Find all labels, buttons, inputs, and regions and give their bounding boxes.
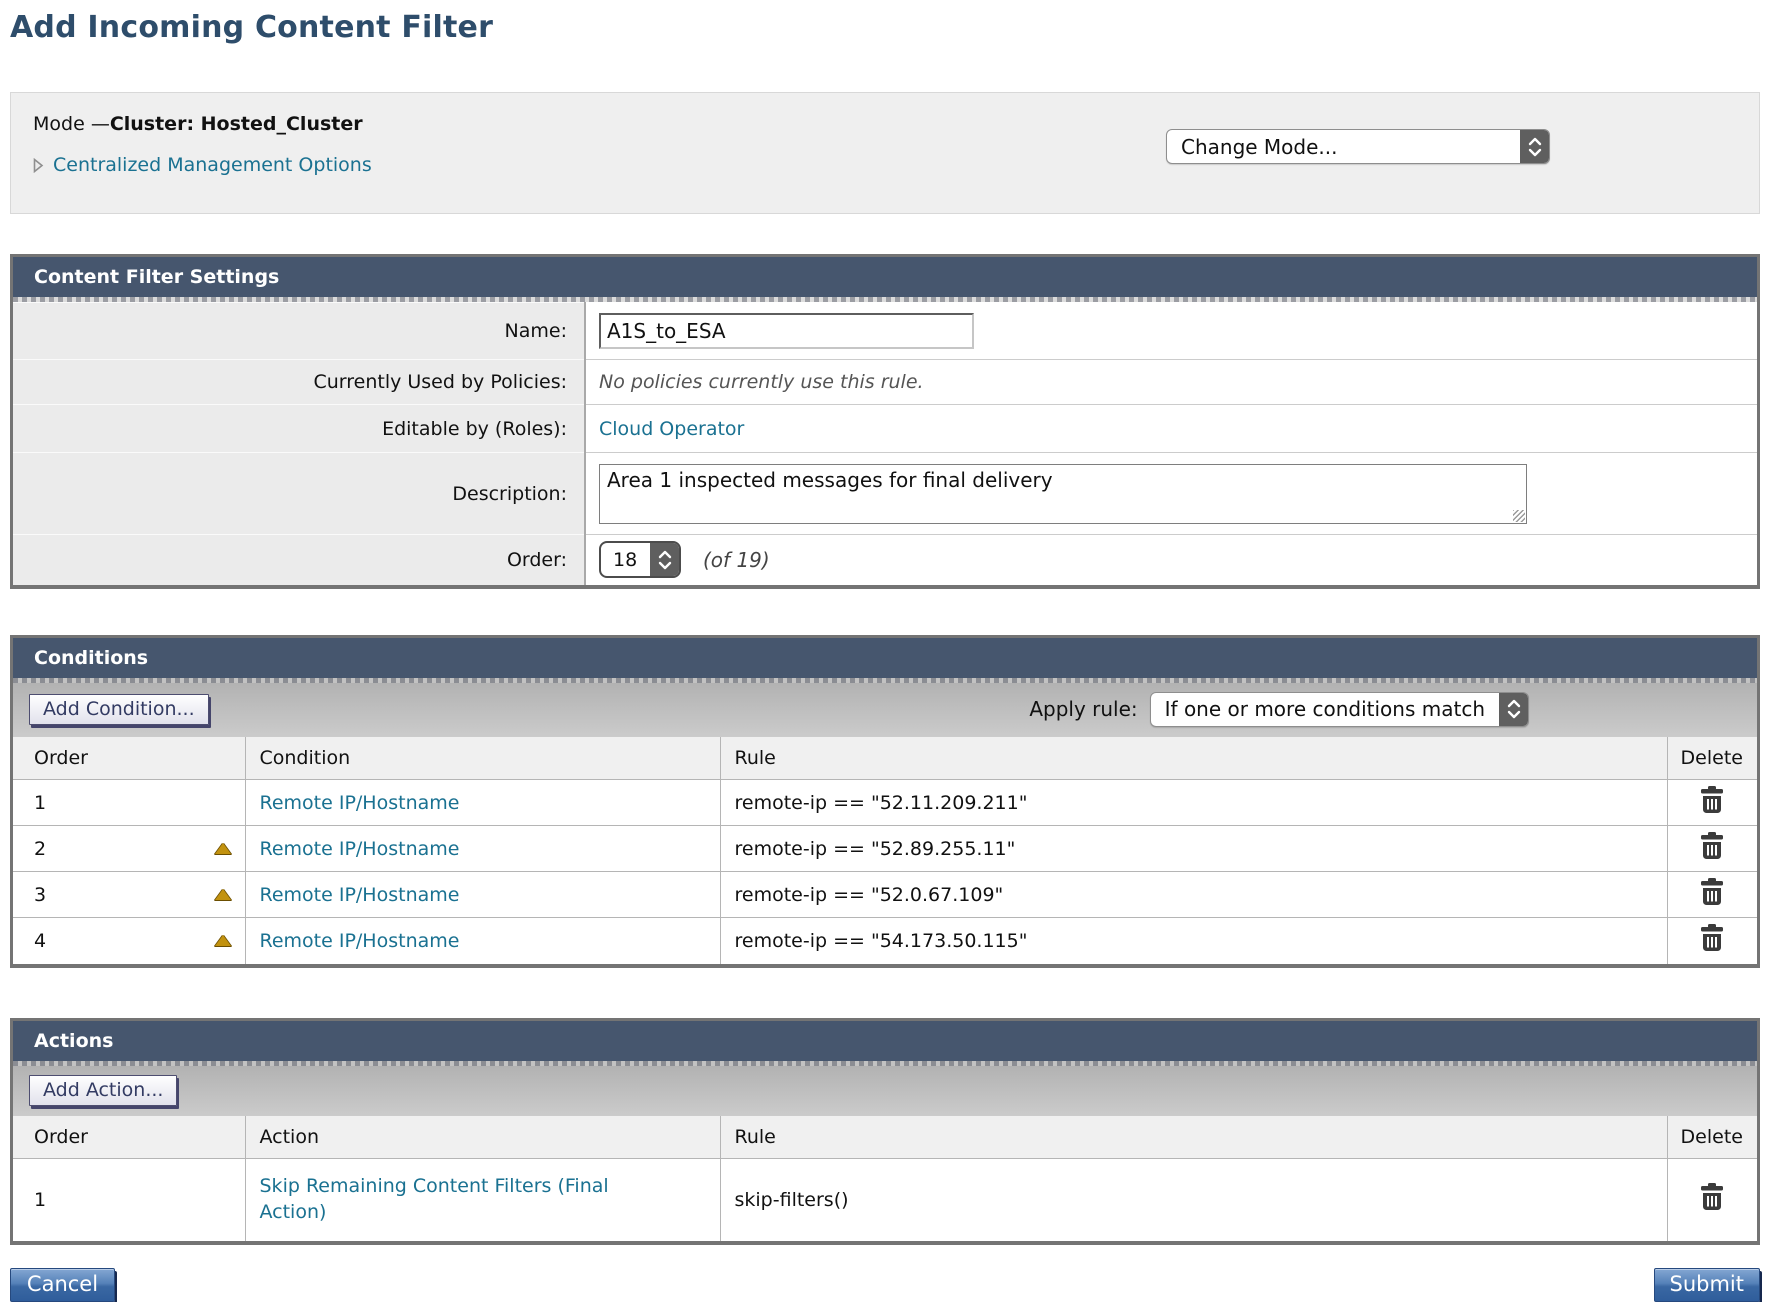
apply-rule-group: Apply rule: If one or more conditions ma… — [1029, 692, 1529, 727]
delete-condition-button[interactable] — [1699, 924, 1725, 952]
column-header-delete: Delete — [1667, 1116, 1757, 1159]
submit-button[interactable]: Submit — [1654, 1268, 1761, 1302]
actions-table: Order Action Rule Delete 1 Skip Remainin… — [13, 1116, 1757, 1241]
trash-icon — [1699, 786, 1725, 814]
policies-label: Currently Used by Policies: — [13, 360, 585, 405]
description-label: Description: — [13, 453, 585, 535]
action-link[interactable]: Skip Remaining Content Filters (Final Ac… — [260, 1174, 645, 1225]
settings-row-policies: Currently Used by Policies: No policies … — [13, 360, 1757, 405]
cloud-operator-link[interactable]: Cloud Operator — [599, 418, 744, 440]
policies-value: No policies currently use this rule. — [599, 371, 924, 393]
settings-table: Name: Currently Used by Policies: No pol… — [13, 302, 1757, 585]
settings-row-order: Order: 18 (of 19) — [13, 535, 1757, 585]
column-header-action: Action — [245, 1116, 720, 1159]
condition-order: 4 — [34, 930, 46, 952]
column-header-order: Order — [13, 1116, 245, 1159]
column-header-rule: Rule — [720, 1116, 1667, 1159]
action-row: 1 Skip Remaining Content Filters (Final … — [13, 1159, 1757, 1241]
apply-rule-select[interactable]: If one or more conditions match — [1150, 692, 1529, 727]
conditions-toolbar: Add Condition... Apply rule: If one or m… — [13, 683, 1757, 737]
condition-link[interactable]: Remote IP/Hostname — [260, 884, 460, 906]
spacer — [10, 968, 1760, 1018]
settings-row-description: Description: Area 1 inspected messages f… — [13, 453, 1757, 535]
condition-rule: remote-ip == "52.0.67.109" — [720, 872, 1667, 918]
order-spinner[interactable]: 18 — [599, 541, 681, 578]
conditions-panel-header: Conditions — [13, 638, 1757, 678]
actions-panel-header: Actions — [13, 1021, 1757, 1061]
expander-triangle-icon[interactable] — [33, 158, 44, 173]
page-title: Add Incoming Content Filter — [10, 10, 1760, 45]
condition-row: 1 Remote IP/Hostname remote-ip == "52.11… — [13, 780, 1757, 826]
order-selected-value: 18 — [601, 543, 650, 576]
change-mode-select[interactable]: Change Mode... — [1166, 129, 1550, 164]
settings-row-roles: Editable by (Roles): Cloud Operator — [13, 405, 1757, 453]
move-up-icon[interactable] — [215, 889, 231, 900]
description-textarea[interactable]: Area 1 inspected messages for final deli… — [599, 464, 1527, 524]
add-action-button[interactable]: Add Action... — [29, 1075, 177, 1106]
column-header-rule: Rule — [720, 737, 1667, 780]
textarea-resize-grip-icon[interactable] — [1513, 510, 1525, 522]
condition-rule: remote-ip == "54.173.50.115" — [720, 918, 1667, 964]
condition-order: 3 — [34, 884, 46, 906]
condition-order: 1 — [34, 792, 46, 814]
name-input[interactable] — [599, 313, 974, 349]
mode-cluster-value: Cluster: Hosted_Cluster — [110, 113, 363, 135]
content-filter-settings-panel: Content Filter Settings Name: Currently … — [10, 254, 1760, 589]
actions-panel: Actions Add Action... Order Action Rule … — [10, 1018, 1760, 1245]
select-stepper-icon — [1499, 693, 1528, 726]
trash-icon — [1699, 924, 1725, 952]
settings-panel-header: Content Filter Settings — [13, 257, 1757, 297]
settings-row-name: Name: — [13, 303, 1757, 360]
actions-toolbar: Add Action... — [13, 1066, 1757, 1116]
conditions-header-row: Order Condition Rule Delete — [13, 737, 1757, 780]
move-up-icon[interactable] — [215, 843, 231, 854]
delete-condition-button[interactable] — [1699, 832, 1725, 860]
select-stepper-icon — [650, 543, 679, 576]
condition-order: 2 — [34, 838, 46, 860]
trash-icon — [1699, 832, 1725, 860]
mode-label: Mode — [33, 113, 91, 135]
move-up-icon[interactable] — [215, 935, 231, 946]
mode-panel: Mode —Cluster: Hosted_Cluster Change Mod… — [10, 92, 1760, 214]
add-incoming-content-filter-page: Add Incoming Content Filter Mode —Cluste… — [0, 0, 1770, 1302]
order-label: Order: — [13, 535, 585, 585]
roles-label: Editable by (Roles): — [13, 405, 585, 453]
condition-rule: remote-ip == "52.11.209.211" — [720, 780, 1667, 826]
name-label: Name: — [13, 303, 585, 360]
condition-rule: remote-ip == "52.89.255.11" — [720, 826, 1667, 872]
apply-rule-label: Apply rule: — [1029, 697, 1137, 721]
delete-condition-button[interactable] — [1699, 786, 1725, 814]
action-rule: skip-filters() — [720, 1159, 1667, 1241]
cancel-button[interactable]: Cancel — [10, 1268, 115, 1302]
mode-separator: — — [91, 113, 110, 135]
centralized-management-options-link[interactable]: Centralized Management Options — [53, 154, 372, 176]
order-total-text: (of 19) — [703, 548, 770, 572]
trash-icon — [1699, 1183, 1725, 1211]
apply-rule-selected-value: If one or more conditions match — [1151, 693, 1499, 726]
column-header-delete: Delete — [1667, 737, 1757, 780]
trash-icon — [1699, 878, 1725, 906]
column-header-condition: Condition — [245, 737, 720, 780]
condition-row: 2 Remote IP/Hostname remote-ip == "52.89… — [13, 826, 1757, 872]
conditions-panel: Conditions Add Condition... Apply rule: … — [10, 635, 1760, 968]
condition-row: 4 Remote IP/Hostname remote-ip == "54.17… — [13, 918, 1757, 964]
condition-link[interactable]: Remote IP/Hostname — [260, 792, 460, 814]
column-header-order: Order — [13, 737, 245, 780]
footer-bar: Cancel Submit — [10, 1268, 1760, 1302]
delete-condition-button[interactable] — [1699, 878, 1725, 906]
condition-link[interactable]: Remote IP/Hostname — [260, 930, 460, 952]
spacer — [10, 589, 1760, 635]
add-condition-button[interactable]: Add Condition... — [29, 694, 209, 725]
conditions-table: Order Condition Rule Delete 1 Remote IP/… — [13, 737, 1757, 964]
action-order: 1 — [34, 1189, 46, 1211]
condition-link[interactable]: Remote IP/Hostname — [260, 838, 460, 860]
condition-row: 3 Remote IP/Hostname remote-ip == "52.0.… — [13, 872, 1757, 918]
spacer — [10, 214, 1760, 254]
change-mode-selected-value: Change Mode... — [1167, 130, 1520, 163]
actions-header-row: Order Action Rule Delete — [13, 1116, 1757, 1159]
select-stepper-icon — [1520, 130, 1549, 163]
delete-action-button[interactable] — [1699, 1183, 1725, 1211]
